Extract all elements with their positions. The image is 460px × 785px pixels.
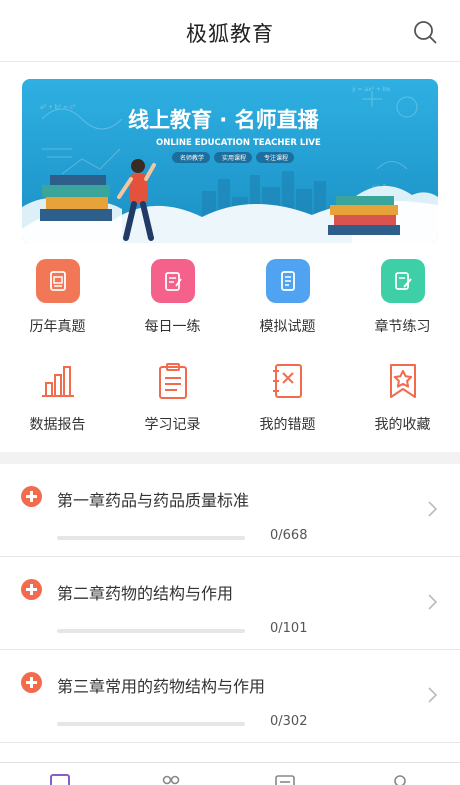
wrong-questions-item[interactable]: 我的错题	[230, 356, 345, 456]
bottom-tab-bar	[0, 762, 460, 785]
expand-plus-icon[interactable]	[21, 579, 42, 600]
mock-test-icon	[265, 259, 310, 303]
chevron-right-icon	[428, 594, 438, 610]
mock-test-item[interactable]: 模拟试题	[230, 256, 345, 356]
chapter-count: 0/101	[270, 621, 308, 636]
chapter-practice-item[interactable]: 章节练习	[345, 256, 460, 356]
banner-tag-2: 实用课程	[222, 154, 246, 162]
banner-title: 线上教育 · 名师直播	[128, 108, 320, 132]
past-exam-icon	[35, 259, 80, 303]
data-report-label: 数据报告	[29, 417, 86, 433]
banner-tag-3: 专注课程	[264, 154, 288, 162]
feature-row-2: 数据报告 学习记录 我的错题 我的收藏	[0, 356, 460, 456]
past-exam-item[interactable]: 历年真题	[0, 256, 115, 356]
home-icon[interactable]	[49, 773, 71, 785]
chapter-item[interactable]: 第三章常用的药物结构与作用 0/302	[0, 650, 460, 743]
clipboard-icon	[158, 363, 187, 399]
chapter-count: 0/302	[270, 714, 308, 729]
daily-practice-label: 每日一练	[144, 319, 201, 335]
bar-chart-icon	[41, 366, 74, 397]
feature-grid: 历年真题 每日一练 模拟试题 章节练习 数据报告 学习记录 我的错题 我的收藏	[0, 256, 460, 456]
chapter-item[interactable]: 第一章药品与药品质量标准 0/668	[0, 464, 460, 557]
course-icon[interactable]	[274, 773, 296, 785]
mock-test-label: 模拟试题	[259, 319, 316, 335]
promo-banner[interactable]: y = ax² + bx a² + b² = c² sin θ	[22, 79, 438, 243]
page-title: 极狐教育	[186, 22, 274, 46]
wrong-questions-label: 我的错题	[259, 417, 316, 433]
daily-practice-icon	[150, 259, 195, 303]
top-header: 极狐教育	[0, 0, 460, 62]
community-icon[interactable]	[160, 773, 182, 785]
daily-practice-item[interactable]: 每日一练	[115, 256, 230, 356]
chevron-right-icon	[428, 687, 438, 703]
favorites-label: 我的收藏	[374, 417, 431, 433]
search-icon[interactable]	[412, 19, 438, 45]
chapter-progress-bar	[57, 722, 245, 726]
chapter-progress-bar	[57, 629, 245, 633]
profile-icon[interactable]	[389, 773, 411, 785]
chapter-list: 第一章药品与药品质量标准 0/668 第二章药物的结构与作用 0/101 第三章…	[0, 464, 460, 784]
expand-plus-icon[interactable]	[21, 486, 42, 507]
favorite-icon	[389, 364, 416, 398]
study-record-label: 学习记录	[144, 417, 201, 433]
banner-tag-1: 名师教学	[180, 154, 204, 162]
svg-text:y = ax² + bx: y = ax² + bx	[352, 86, 391, 93]
section-divider	[0, 452, 460, 464]
wrong-questions-icon	[272, 364, 302, 398]
chapter-name: 第二章药物的结构与作用	[57, 584, 234, 603]
chapter-practice-icon	[380, 259, 425, 303]
chapter-name: 第三章常用的药物结构与作用	[57, 677, 266, 696]
favorites-item[interactable]: 我的收藏	[345, 356, 460, 456]
feature-row-1: 历年真题 每日一练 模拟试题 章节练习	[0, 256, 460, 356]
svg-text:a² + b² = c²: a² + b² = c²	[40, 104, 76, 111]
study-record-item[interactable]: 学习记录	[115, 356, 230, 456]
data-report-item[interactable]: 数据报告	[0, 356, 115, 456]
chapter-progress-bar	[57, 536, 245, 540]
banner-subtitle: ONLINE EDUCATION TEACHER LIVE	[156, 138, 321, 148]
expand-plus-icon[interactable]	[21, 672, 42, 693]
banner-illustration: y = ax² + bx a² + b² = c² sin θ	[22, 79, 438, 243]
past-exam-label: 历年真题	[29, 319, 86, 335]
chevron-right-icon	[428, 501, 438, 517]
chapter-practice-label: 章节练习	[374, 319, 431, 335]
chapter-count: 0/668	[270, 528, 308, 543]
chapter-name: 第一章药品与药品质量标准	[57, 491, 250, 510]
chapter-item[interactable]: 第二章药物的结构与作用 0/101	[0, 557, 460, 650]
